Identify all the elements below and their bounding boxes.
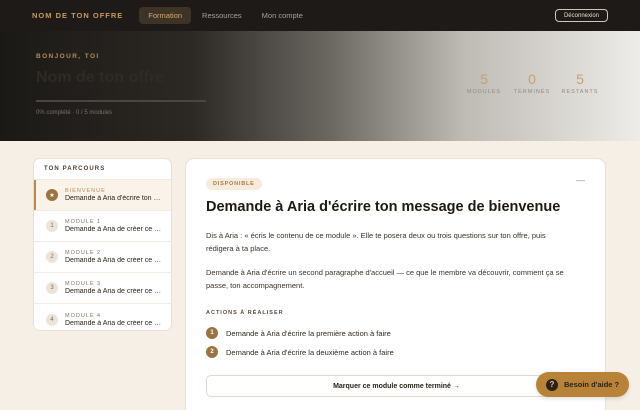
sidebar-item-title: Demande à Aria d'écrire ton message de b… [65, 195, 162, 202]
brand-name[interactable]: NOM DE TON OFFRE [32, 11, 123, 20]
top-nav: NOM DE TON OFFRE Formation Ressources Mo… [0, 0, 640, 31]
sidebar-item-title: Demande à Aria de créer ce module [65, 288, 162, 295]
progress-text: 0% complété · 0 / 5 modules [36, 110, 113, 116]
sidebar-item-kicker: MODULE 3 [65, 281, 102, 287]
stat-termines-label: TERMINÉS [513, 89, 551, 95]
progress-bar [36, 100, 206, 102]
sidebar-item-module-3[interactable]: 3 MODULE 3 Demande à Aria de créer ce mo… [34, 273, 171, 304]
help-label: Besoin d'aide ? [564, 380, 620, 389]
logout-button[interactable]: Déconnexion [554, 9, 608, 22]
help-question-icon: ? [546, 378, 558, 391]
module-number-badge: 2 [46, 251, 58, 263]
stat-modules-value: 5 [480, 71, 488, 87]
sidebar-item-kicker: BIENVENUE [65, 188, 106, 194]
star-icon: ★ [46, 189, 58, 201]
stat-restants-value: 5 [576, 71, 584, 87]
sidebar-item-module-2[interactable]: 2 MODULE 2 Demande à Aria de créer ce mo… [34, 242, 171, 273]
sidebar-item-title: Demande à Aria de créer ce module [65, 257, 162, 264]
collapse-icon[interactable]: — [576, 175, 585, 185]
module-paragraph-1: Dis à Aria : « écris le contenu de ce mo… [206, 231, 546, 253]
sidebar-item-title: Demande à Aria de créer ce module [65, 226, 162, 233]
stat-termines: 0 TERMINÉS [508, 71, 556, 95]
greeting-text: BONJOUR, TOI [36, 53, 100, 60]
action-number-badge: 1 [206, 327, 218, 339]
sidebar-item-module-1[interactable]: 1 MODULE 1 Demande à Aria de créer ce mo… [34, 211, 171, 242]
offer-title: Nom de ton offre [36, 69, 164, 86]
stat-restants-label: RESTANTS [561, 89, 599, 95]
stat-restants: 5 RESTANTS [556, 71, 604, 95]
action-text: Demande à Aria d'écrire la deuxième acti… [226, 347, 394, 357]
sidebar-item-kicker: MODULE 4 [65, 312, 102, 319]
action-item: 2 Demande à Aria d'écrire la deuxième ac… [206, 346, 394, 358]
actions-heading: ACTIONS À RÉALISER [206, 310, 284, 316]
module-number-badge: 1 [46, 220, 58, 232]
course-sidebar: TON PARCOURS ★ BIENVENUE Demande à Aria … [33, 158, 172, 331]
sidebar-heading: TON PARCOURS [34, 159, 171, 180]
module-title: Demande à Aria d'écrire ton message de b… [206, 199, 561, 215]
mark-complete-button[interactable]: Marquer ce module comme terminé → [206, 375, 587, 397]
sidebar-item-bienvenue[interactable]: ★ BIENVENUE Demande à Aria d'écrire ton … [34, 180, 171, 211]
action-item: 1 Demande à Aria d'écrire la première ac… [206, 327, 391, 339]
module-number-badge: 3 [46, 282, 58, 294]
sidebar-item-kicker: MODULE 2 [65, 250, 102, 256]
sidebar-item-kicker: MODULE 1 [65, 219, 102, 225]
nav-tab-ressources[interactable]: Ressources [193, 7, 251, 24]
module-paragraph-2: Demande à Aria d'écrire un second paragr… [206, 268, 564, 290]
stat-modules-label: MODULES [466, 89, 502, 95]
action-text: Demande à Aria d'écrire la première acti… [226, 328, 391, 338]
nav-tab-formation[interactable]: Formation [139, 7, 192, 24]
action-number-badge: 2 [206, 346, 218, 358]
stat-modules: 5 MODULES [460, 71, 508, 95]
stats-group: 5 MODULES 0 TERMINÉS 5 RESTANTS [460, 71, 604, 95]
module-number-badge: 4 [46, 313, 58, 326]
hero-banner: BONJOUR, TOI Nom de ton offre 0% complét… [0, 31, 640, 141]
nav-tab-mon-compte[interactable]: Mon compte [253, 7, 312, 24]
help-button[interactable]: ? Besoin d'aide ? [536, 372, 629, 397]
sidebar-item-title: Demande à Aria de créer ce module [65, 319, 162, 327]
sidebar-item-module-4[interactable]: 4 MODULE 4 Demande à Aria de créer ce mo… [34, 304, 171, 330]
status-badge: DISPONIBLE [206, 178, 262, 190]
stat-termines-value: 0 [528, 71, 536, 87]
